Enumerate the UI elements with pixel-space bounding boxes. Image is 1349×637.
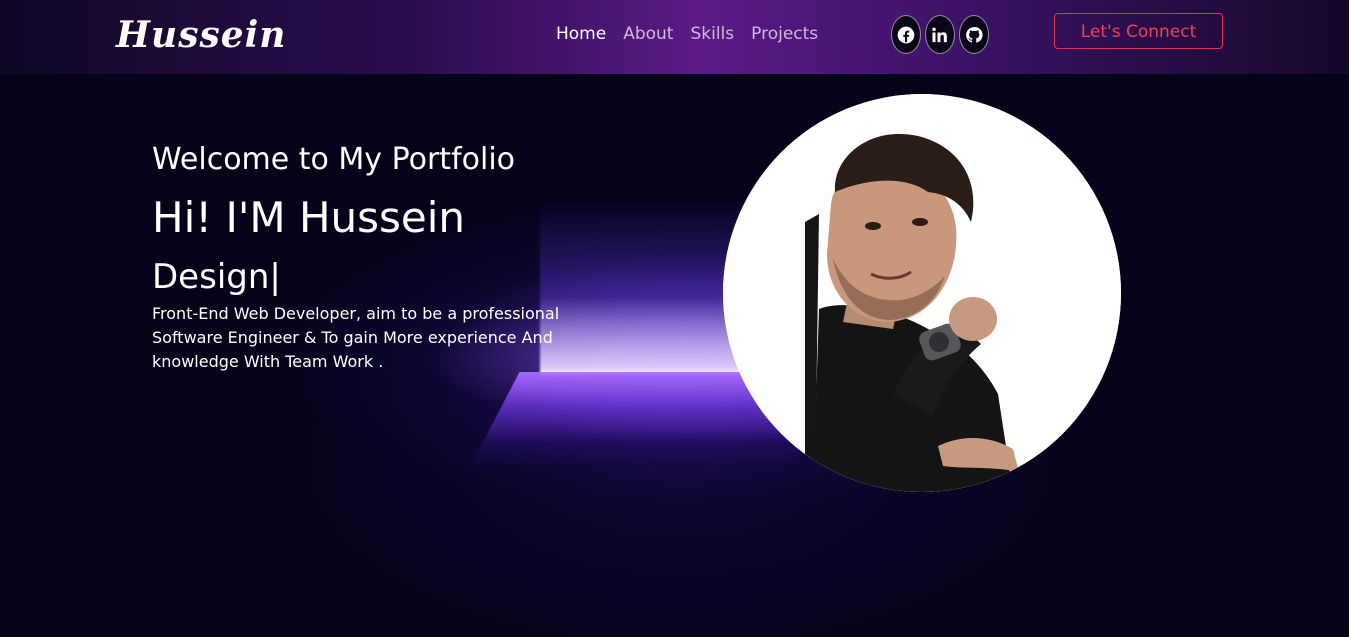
hero-name-heading: Hi! I'M Hussein: [152, 193, 466, 242]
nav-link-projects[interactable]: Projects: [751, 20, 818, 48]
hero-description: Front-End Web Developer, aim to be a pro…: [152, 304, 560, 371]
github-link[interactable]: [959, 15, 989, 54]
linkedin-link[interactable]: [925, 15, 955, 54]
lets-connect-button[interactable]: Let's Connect: [1054, 13, 1223, 49]
navbar: Hussein Home About Skills Projects Let's…: [0, 0, 1349, 74]
facebook-link[interactable]: [891, 15, 921, 54]
nav-link-about[interactable]: About: [623, 20, 673, 48]
hero-typed-role: Design|: [152, 257, 281, 297]
facebook-icon: [897, 26, 915, 43]
social-links: [891, 15, 989, 54]
portfolio-page: Hussein Home About Skills Projects Let's…: [0, 0, 1349, 637]
linkedin-icon: [932, 27, 947, 42]
profile-photo-illustration: [723, 94, 1121, 492]
github-icon: [966, 26, 983, 43]
profile-photo: [723, 94, 1121, 492]
nav-link-home[interactable]: Home: [556, 20, 606, 48]
hero-welcome-heading: Welcome to My Portfolio: [152, 142, 516, 177]
nav-link-skills[interactable]: Skills: [690, 20, 734, 48]
nav-links: Home About Skills Projects: [556, 20, 818, 48]
logo[interactable]: Hussein: [116, 10, 286, 60]
